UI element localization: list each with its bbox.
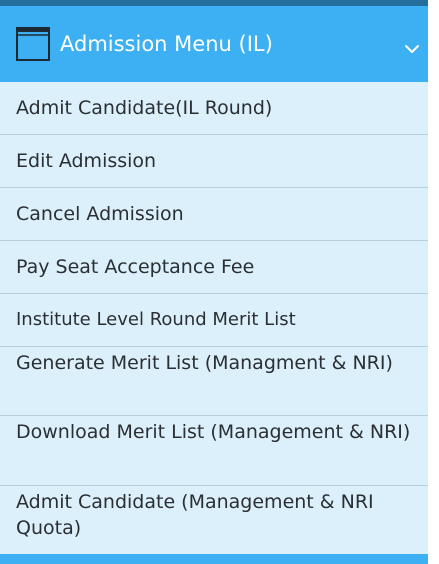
admission-menu-header[interactable]: Admission Menu (IL): [0, 6, 428, 82]
menu-item-generate-merit-list[interactable]: Generate Merit List (Managment & NRI): [0, 347, 428, 416]
admission-menu: Admission Menu (IL) Admit Candidate(IL R…: [0, 0, 428, 564]
menu-item-label: Cancel Admission: [16, 203, 184, 225]
menu-item-admit-candidate-management-nri-quota[interactable]: Admit Candidate (Management & NRI Quota): [0, 486, 428, 554]
menu-item-edit-admission[interactable]: Edit Admission: [0, 135, 428, 188]
menu-item-download-merit-list[interactable]: Download Merit List (Management & NRI): [0, 416, 428, 486]
menu-item-label: Edit Admission: [16, 150, 157, 172]
window-icon: [16, 26, 50, 62]
menu-item-admit-candidate-il-round[interactable]: Admit Candidate(IL Round): [0, 82, 428, 135]
menu-header-title: Admission Menu (IL): [60, 32, 273, 56]
menu-bottom-strip: [0, 554, 428, 564]
menu-item-label: Pay Seat Acceptance Fee: [16, 256, 255, 278]
chevron-down-icon[interactable]: [404, 40, 420, 53]
menu-item-label: Download Merit List (Management & NRI): [16, 421, 411, 443]
menu-item-institute-level-round-merit-list[interactable]: Institute Level Round Merit List: [0, 294, 428, 347]
menu-item-label: Admit Candidate(IL Round): [16, 97, 273, 119]
menu-item-label: Admit Candidate (Management & NRI Quota): [16, 491, 374, 539]
menu-item-label: Generate Merit List (Managment & NRI): [16, 352, 393, 374]
menu-item-label: Institute Level Round Merit List: [16, 309, 296, 330]
menu-item-pay-seat-acceptance-fee[interactable]: Pay Seat Acceptance Fee: [0, 241, 428, 294]
menu-item-cancel-admission[interactable]: Cancel Admission: [0, 188, 428, 241]
